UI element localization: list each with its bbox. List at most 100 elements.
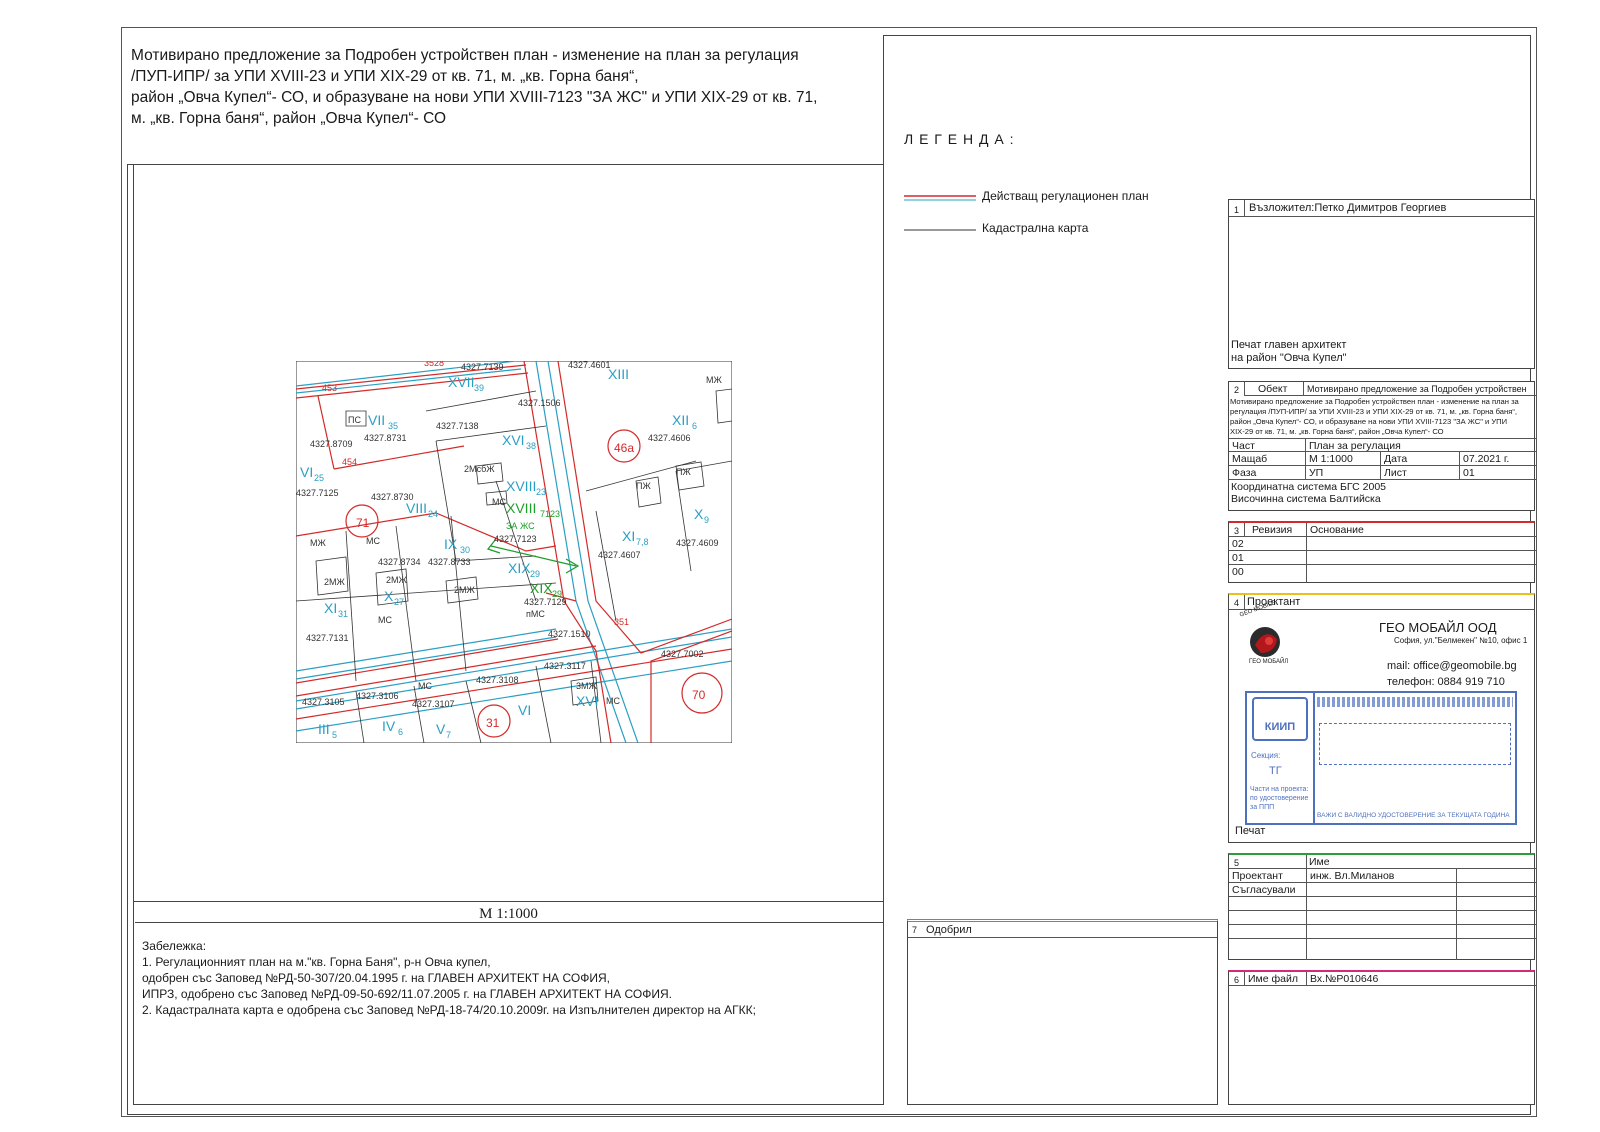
svg-text:XIII: XIII [608,366,629,382]
coordinated-role: Съгласували [1232,884,1296,896]
svg-text:IV: IV [382,718,396,734]
revision-box: 3 Ревизия Основание 02 01 00 [1228,521,1536,583]
name-column-label: Име [1309,856,1330,868]
filename-value: Вх.№Р010646 [1310,973,1379,985]
sheet-label: Лист [1384,467,1407,479]
revision-label: Ревизия [1252,524,1293,536]
svg-text:2МЖ: 2МЖ [386,575,408,585]
notes-line-4: 2. Кадастралната карта е одобрена със За… [142,1003,756,1017]
stamp-parts-line-1: Части на проекта: [1250,786,1309,793]
notes-line-3: ИПРЗ, одобрено със Заповед №РД-09-50-692… [142,987,673,1001]
svg-text:4327.3106: 4327.3106 [356,691,399,701]
kiip-logo: КИИП [1252,697,1308,741]
svg-text:XI: XI [622,528,635,544]
client-box: 1 Възложител:Петко Димитров Георгиев Печ… [1228,199,1535,369]
object-desc-2: регулация /ПУП-ИПР/ за УПИ XVIII-23 и УП… [1230,407,1517,416]
svg-text:7: 7 [446,730,451,740]
stamp-section: ТГ [1269,765,1282,777]
svg-text:IX: IX [444,536,458,552]
svg-text:ЗА ЖС: ЗА ЖС [506,521,535,531]
notes-line-2: одобрен със Заповед №РД-50-307/20.04.199… [142,971,610,985]
svg-text:МС: МС [606,696,620,706]
svg-text:XI: XI [324,600,337,616]
svg-text:4327.7125: 4327.7125 [296,488,339,498]
height-system: Височинна система Балтийска [1231,493,1381,505]
designer-name: инж. Вл.Миланов [1310,870,1395,882]
scale-field-label: Мащаб [1232,453,1268,465]
cadastral-map: 4327.7139 4327.4601 4327.1506 4327.7138 … [296,361,732,743]
svg-text:25: 25 [314,473,324,483]
block7-number: 7 [912,925,918,935]
company-name: ГЕО МОБАЙЛ ООД [1379,620,1497,635]
svg-text:VII: VII [368,412,385,428]
filename-box: 6 Име файл Вх.№Р010646 [1228,970,1536,1105]
svg-text:3528: 3528 [424,361,444,368]
legend-cadastre-swatch [904,229,976,231]
svg-text:ПЖ: ПЖ [636,481,651,491]
revision-row-00: 00 [1232,566,1244,578]
svg-text:ПЖ: ПЖ [676,467,691,477]
svg-text:VI: VI [518,702,531,718]
svg-text:4327.4607: 4327.4607 [598,550,641,560]
object-desc-1: Мотивирано предложение за Подробен устро… [1230,397,1519,406]
svg-text:39: 39 [474,383,484,393]
object-value: Мотивирано предложение за Подробен устро… [1307,384,1527,394]
svg-text:4327.3108: 4327.3108 [476,675,519,685]
svg-text:351: 351 [614,617,629,627]
svg-text:4327.7002: 4327.7002 [661,649,704,659]
company-phone: телефон: 0884 919 710 [1387,676,1505,688]
svg-text:4327.7131: 4327.7131 [306,633,349,643]
svg-text:29: 29 [552,589,562,599]
svg-text:пМС: пМС [526,609,545,619]
svg-text:5: 5 [332,730,337,740]
title-box: Мотивирано предложение за Подробен устро… [127,35,884,165]
svg-text:2МЖ: 2МЖ [324,577,346,587]
stamp-section-label: Секция: [1251,751,1281,760]
object-label: Обект [1258,383,1288,395]
phase-value: УП [1309,467,1324,479]
svg-text:4327.8734: 4327.8734 [378,557,421,567]
scale-field-value: М 1:1000 [1309,453,1353,465]
svg-text:III: III [318,721,330,737]
notes-heading: Забележка: [142,939,207,953]
legend-regulation-swatch [904,195,976,201]
svg-text:7,8: 7,8 [636,537,649,547]
phase-label: Фаза [1232,467,1257,479]
svg-text:4327.8709: 4327.8709 [310,439,353,449]
svg-text:МЖ: МЖ [706,375,722,385]
approved-box: 7 Одобрил [907,919,1218,1105]
svg-text:6: 6 [398,727,403,737]
revision-row-02: 02 [1232,538,1244,550]
seal-label: Печат [1235,825,1266,837]
object-desc-4: XIX-29 от кв. 71, м. „кв. Горна баня“, р… [1230,427,1444,436]
title-line-2: /ПУП-ИПР/ за УПИ XVIII-23 и УПИ XIX-29 о… [131,68,639,85]
stamp-parts-line-2: по удостоверение [1250,795,1309,802]
svg-text:V: V [436,721,446,737]
svg-text:29: 29 [530,569,540,579]
svg-text:6: 6 [692,421,697,431]
notes-line-1: 1. Регулационният план на м."кв. Горна Б… [142,955,491,969]
svg-text:4327.8733: 4327.8733 [428,557,471,567]
coord-system: Координатна система БГС 2005 [1231,481,1386,493]
svg-text:4327.3107: 4327.3107 [412,699,455,709]
designer-box: 4 Проектант GEO MOBILE ГЕО МОБАЙЛ ГЕО МО… [1228,593,1535,843]
svg-text:XII: XII [672,412,689,428]
legend-regulation-label: Действащ регулационен план [982,189,1149,203]
svg-text:9: 9 [704,515,709,525]
title-line-1: Мотивирано предложение за Подробен устро… [131,47,799,64]
company-mail: mail: office@geomobile.bg [1387,660,1517,672]
svg-text:ПС: ПС [348,415,361,425]
logo-bottom-text: ГЕО МОБАЙЛ [1249,659,1289,665]
block4-number: 4 [1234,598,1240,608]
svg-text:МС: МС [492,497,506,507]
legend-heading: Л Е Г Е Н Д А : [904,131,1015,147]
revision-row-01: 01 [1232,552,1244,564]
chief-architect-stamp-line-2: на район "Овча Купел" [1231,352,1347,364]
svg-text:4327.8731: 4327.8731 [364,433,407,443]
svg-text:VIII: VIII [406,500,427,516]
notes-box: M 1:1000 Забележка: 1. Регулационният пл… [133,901,884,1105]
svg-text:31: 31 [338,609,348,619]
svg-text:4327.7138: 4327.7138 [436,421,479,431]
approved-label: Одобрил [926,924,972,936]
svg-text:XIX: XIX [508,560,531,576]
